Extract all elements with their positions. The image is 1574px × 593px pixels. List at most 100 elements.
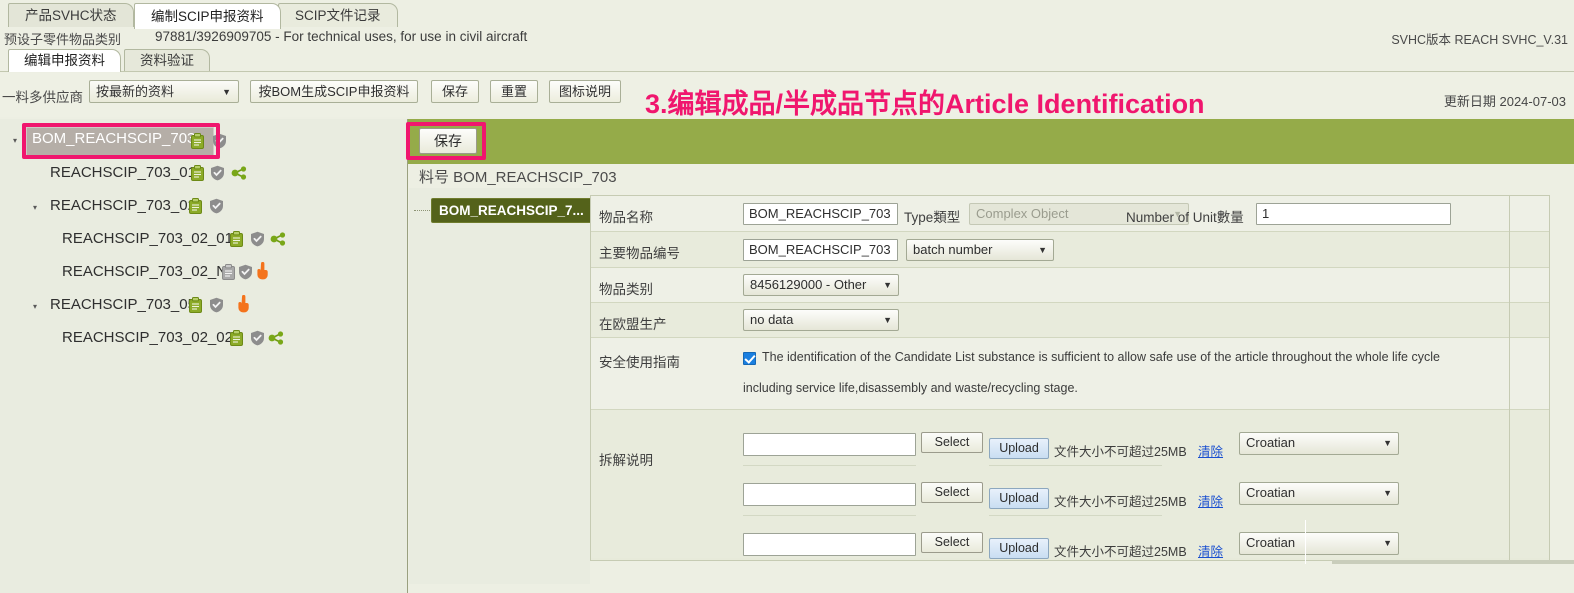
tree-node-label: REACHSCIP_703_02_01 [62,230,233,247]
subtab-edit-declaration[interactable]: 编辑申报资料 [8,49,121,72]
tab-scip-file-record[interactable]: SCIP文件记录 [278,3,398,27]
primary-article-id-input[interactable]: BOM_REACHSCIP_703 [743,239,898,261]
top-tab-strip: 产品SVHC状态 编制SCIP申报资料 SCIP文件记录 [0,0,1574,29]
upload-file-button[interactable]: Upload [989,488,1049,509]
panel-edge [1305,520,1306,564]
safe-use-text-line2: including service life,disassembly and w… [743,381,1078,395]
clear-upload-link[interactable]: 清除 [1198,491,1223,510]
pointing-hand-icon [236,294,251,316]
clipboard-icon [191,165,204,184]
form-column-divider [1509,196,1510,560]
primary-id-type-value: batch number [913,242,993,257]
subtab-data-validation[interactable]: 资料验证 [124,49,210,72]
upload-language-value: Croatian [1246,435,1296,450]
toolbar-save-button[interactable]: 保存 [431,80,479,103]
tab-product-svhc-status[interactable]: 产品SVHC状态 [8,3,134,27]
shield-icon [238,264,253,283]
multi-supplier-label: 一料多供应商 [2,90,83,105]
article-identification-form: 物品名称 BOM_REACHSCIP_703 Type類型 Complex Ob… [590,195,1550,561]
chevron-down-icon: ▼ [883,315,892,325]
chevron-down-icon: ▼ [1383,438,1392,448]
upload-language-select[interactable]: Croatian ▼ [1239,482,1399,505]
application-window: 产品SVHC状态 编制SCIP申报资料 SCIP文件记录 预设子零件物品类别 9… [0,0,1574,593]
clipboard-icon [222,264,235,283]
eu-production-select[interactable]: no data ▼ [743,309,899,331]
annotation-box-save [406,122,486,160]
name-label: 物品名称 [599,210,653,225]
eu-production-value: no data [750,312,794,327]
form-row-category: 物品类别 8456129000 - Other ▼ [591,268,1549,303]
upload-file-input[interactable] [743,433,916,456]
expand-collapse-icon[interactable]: ▾ [28,302,42,311]
chevron-down-icon: ▼ [1383,488,1392,498]
preset-category-value: 97881/3926909705 - For technical uses, f… [155,29,528,44]
upload-language-select[interactable]: Croatian ▼ [1239,432,1399,455]
select-file-button[interactable]: Select [921,432,983,453]
upload-file-input[interactable] [743,533,916,556]
unit-label: Number of Unit數量 [1126,210,1244,225]
tree-connector-line [414,210,430,211]
tree-node-label: REACHSCIP_703_05 [50,296,196,313]
pointing-hand-icon [255,261,270,283]
upload-language-value: Croatian [1246,485,1296,500]
clear-upload-link[interactable]: 清除 [1198,441,1223,460]
detail-tree-node[interactable]: BOM_REACHSCIP_7... [431,198,592,223]
toolbar-reset-button[interactable]: 重置 [490,80,538,103]
chevron-down-icon: ▼ [1038,245,1047,255]
select-file-button[interactable]: Select [921,482,983,503]
chevron-down-icon: ▼ [1383,538,1392,548]
subtab-underline [0,71,1574,72]
toolbar-legend-button[interactable]: 图标说明 [549,80,621,103]
annotation-text: 3.编辑成品/半成品节点的Article Identification [645,89,1205,119]
upload-file-input[interactable] [743,483,916,506]
tree-node-label: REACHSCIP_703_02 [50,197,196,214]
bom-tree-panel: ▾ BOM_REACHSCIP_703 REACHSCIP_703_01 ▾ R… [0,119,408,593]
tree-node-label: REACHSCIP_703_02_02 [62,329,233,346]
number-of-unit-input[interactable]: 1 [1256,203,1451,225]
type-label: Type類型 [904,210,961,225]
upload-language-select[interactable]: Croatian ▼ [1239,532,1399,555]
upload-language-value: Croatian [1246,535,1296,550]
upload-size-hint: 文件大小不可超过25MB [1054,545,1187,559]
clipboard-icon [189,198,202,217]
form-row-safe-use: 安全使用指南 The identification of the Candida… [591,338,1549,410]
primary-id-label: 主要物品编号 [599,246,680,261]
generate-scip-from-bom-button[interactable]: 按BOM生成SCIP申报资料 [250,80,418,103]
horizontal-scrollbar[interactable] [1332,560,1574,564]
chevron-down-icon: ▼ [222,87,231,97]
upload-divider [743,515,916,516]
molecule-icon [268,331,284,348]
clear-upload-link[interactable]: 清除 [1198,541,1223,560]
annotation-box-tree-root [22,123,220,159]
article-name-input[interactable]: BOM_REACHSCIP_703 [743,203,898,225]
form-row-eu-production: 在欧盟生产 no data ▼ [591,303,1549,338]
primary-id-type-select[interactable]: batch number ▼ [906,239,1054,261]
clipboard-icon [230,330,243,349]
upload-file-button[interactable]: Upload [989,438,1049,459]
article-category-value: 8456129000 - Other [750,277,867,292]
form-row-disassembly: 拆解说明 Select Upload 文件大小不可超过25MB 清除 Croat… [591,410,1549,560]
select-file-button[interactable]: Select [921,532,983,553]
type-select-value: Complex Object [976,206,1069,221]
upload-file-button[interactable]: Upload [989,538,1049,559]
safe-use-checkbox[interactable] [743,352,756,365]
category-label: 物品类别 [599,282,653,297]
supplier-select-value: 按最新的资料 [96,84,175,99]
shield-icon [250,330,265,349]
shield-icon [209,297,224,316]
supplier-select[interactable]: 按最新的资料 ▼ [89,80,239,103]
tree-node-label: REACHSCIP_703_02_N [62,263,228,280]
detail-node-panel: BOM_REACHSCIP_7... [409,188,592,584]
upload-divider [989,465,1162,466]
updated-date-label: 更新日期 2024-07-03 [1443,94,1566,109]
tree-node-label: REACHSCIP_703_01 [50,164,196,181]
preset-category-bar: 预设子零件物品类别 97881/3926909705 - For technic… [0,28,1574,48]
expand-collapse-icon[interactable]: ▾ [8,136,22,145]
svhc-version-label: SVHC版本 REACH SVHC_V.31 [1391,33,1568,47]
safe-use-label: 安全使用指南 [599,355,680,370]
shield-icon [250,231,265,250]
shield-icon [209,198,224,217]
tab-compile-scip-declaration[interactable]: 编制SCIP申报资料 [134,3,281,29]
article-category-select[interactable]: 8456129000 - Other ▼ [743,274,899,296]
expand-collapse-icon[interactable]: ▾ [28,203,42,212]
